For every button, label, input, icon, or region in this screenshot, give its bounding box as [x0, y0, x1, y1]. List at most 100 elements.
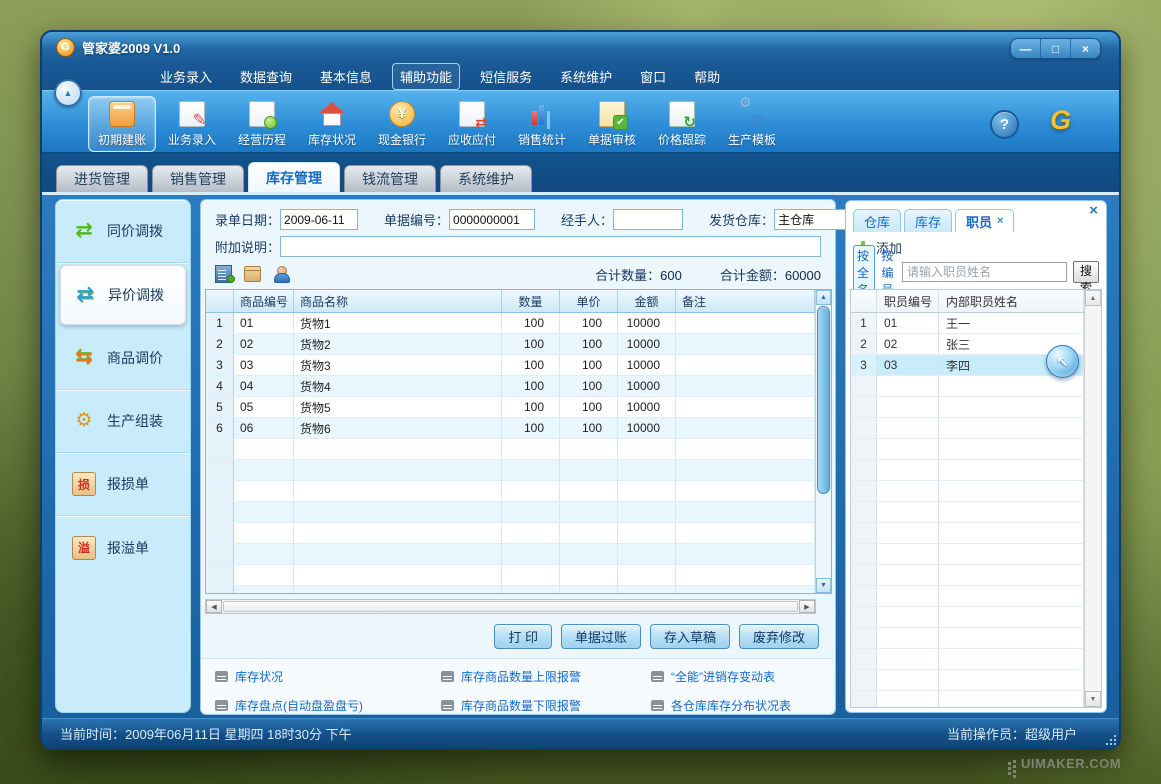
sidebar-item-5[interactable]: 损报损单: [56, 453, 190, 516]
maximize-button[interactable]: □: [1041, 39, 1071, 58]
note-input[interactable]: [280, 236, 821, 257]
menu-item-6[interactable]: 系统维护: [552, 63, 620, 90]
minimize-button[interactable]: —: [1011, 39, 1041, 58]
module-tab-5[interactable]: 系统维护: [440, 165, 532, 192]
box-icon[interactable]: [244, 266, 261, 282]
building-icon[interactable]: [215, 265, 232, 283]
toolbar-item-1[interactable]: 初期建账: [88, 96, 156, 152]
menu-item-7[interactable]: 窗口: [632, 63, 674, 90]
items-table-hscrollbar[interactable]: ◀ ▶: [205, 599, 816, 614]
bill-number-input[interactable]: [449, 209, 535, 230]
audit-icon: [599, 101, 625, 127]
sidebar-item-4[interactable]: ⚙生产组装: [56, 390, 190, 453]
item-row-1[interactable]: 101货物110010010000: [206, 313, 815, 334]
discard-changes-button[interactable]: 废弃修改: [739, 624, 819, 649]
employee-row-empty: [851, 649, 1084, 670]
action-buttons: 打 印单据过账存入草稿废弃修改: [494, 624, 819, 649]
sidebar-item-1[interactable]: ⇄同价调拨: [56, 200, 190, 263]
report-link-3[interactable]: “全能”进销存变动表: [651, 668, 833, 685]
item-row-4[interactable]: 404货物410010010000: [206, 376, 815, 397]
toolbar-item-label: 现金银行: [371, 131, 433, 148]
resize-grip[interactable]: [1110, 739, 1112, 741]
lookup-tab-3[interactable]: 职员×: [955, 209, 1014, 232]
menu-item-1[interactable]: 业务录入: [152, 63, 220, 90]
post-bill-button[interactable]: 单据过账: [561, 624, 641, 649]
employee-row-1[interactable]: 101王一: [851, 313, 1084, 334]
lookup-panel: × 仓库库存职员× 添加 按全名 按编号 搜索 职员编号内部职员姓名101王一2…: [845, 200, 1107, 713]
scroll-down-icon[interactable]: ▼: [1085, 691, 1101, 707]
vscroll-thumb[interactable]: [817, 306, 830, 494]
toolbar-item-2[interactable]: 业务录入: [158, 96, 226, 152]
toolbar-item-8[interactable]: 单据审核: [578, 96, 646, 152]
track-icon: [669, 101, 695, 127]
scroll-up-icon[interactable]: ▲: [1085, 290, 1101, 306]
menu-item-3[interactable]: 基本信息: [312, 63, 380, 90]
module-tab-1[interactable]: 进货管理: [56, 165, 148, 192]
window-title: 管家婆2009 V1.0: [82, 38, 180, 57]
lookup-tab-1[interactable]: 仓库: [853, 209, 901, 232]
column-header: 商品编号: [234, 290, 294, 312]
lookup-tab-2[interactable]: 库存: [904, 209, 952, 232]
panel-close-icon[interactable]: ×: [1089, 204, 1098, 218]
tab-close-icon[interactable]: ×: [997, 215, 1003, 227]
title-bar[interactable]: G 管家婆2009 V1.0 — □ ×: [42, 32, 1119, 62]
collapse-toolbar-button[interactable]: ▲: [54, 79, 82, 107]
save-draft-button[interactable]: 存入草稿: [650, 624, 730, 649]
hscroll-thumb[interactable]: [223, 601, 798, 612]
toolbar-item-7[interactable]: 销售统计: [508, 96, 576, 152]
item-row-5[interactable]: 505货物510010010000: [206, 397, 815, 418]
toolbar-item-label: 单据审核: [581, 131, 643, 148]
column-header: 内部职员姓名: [939, 290, 1084, 312]
item-row-3[interactable]: 303货物310010010000: [206, 355, 815, 376]
report-link-4[interactable]: 库存盘点(自动盘盈盘亏): [215, 697, 441, 714]
handler-input[interactable]: [613, 209, 683, 230]
report-link-6[interactable]: 各仓库库存分布状况表: [651, 697, 833, 714]
module-tab-4[interactable]: 钱流管理: [344, 165, 436, 192]
toolbar-item-6[interactable]: 应收应付: [438, 96, 506, 152]
employee-row-empty: [851, 502, 1084, 523]
column-header: 商品名称: [294, 290, 502, 312]
scroll-down-icon[interactable]: ▼: [816, 578, 831, 593]
sidebar-item-2[interactable]: ⇄异价调拨: [60, 265, 186, 325]
price-arrows-icon: ⇆: [69, 347, 99, 369]
scroll-right-icon[interactable]: ▶: [799, 600, 815, 613]
content-area: ⇄同价调拨⇄异价调拨⇆商品调价⚙生产组装损报损单溢报溢单 录单日期：单据编号：经…: [42, 192, 1119, 718]
report-link-1[interactable]: 库存状况: [215, 668, 441, 685]
search-button[interactable]: 搜索: [1073, 261, 1099, 283]
menu-item-2[interactable]: 数据查询: [232, 63, 300, 90]
toolbar-item-10[interactable]: 生产模板: [718, 96, 786, 152]
report-link-5[interactable]: 库存商品数量下限报警: [441, 697, 651, 714]
module-tab-3[interactable]: 库存管理: [248, 162, 340, 192]
brand-logo-icon: G: [1050, 105, 1071, 136]
sidebar-item-3[interactable]: ⇆商品调价: [56, 327, 190, 390]
employee-row-empty: [851, 670, 1084, 691]
sidebar-item-6[interactable]: 溢报溢单: [56, 516, 190, 579]
toolbar-item-label: 销售统计: [511, 131, 573, 148]
totals: 合计数量：600 合计金额：60000: [595, 265, 821, 284]
report-link-2[interactable]: 库存商品数量上限报警: [441, 668, 651, 685]
menu-item-4[interactable]: 辅助功能: [392, 63, 460, 90]
module-tab-2[interactable]: 销售管理: [152, 165, 244, 192]
employee-table-scrollbar[interactable]: ▲ ▼: [1084, 290, 1101, 707]
employee-row-empty: [851, 607, 1084, 628]
employee-search-input[interactable]: [902, 262, 1067, 282]
scroll-up-icon[interactable]: ▲: [816, 290, 831, 305]
print-button[interactable]: 打 印: [494, 624, 552, 649]
menu-item-8[interactable]: 帮助: [686, 63, 728, 90]
toolbar-item-3[interactable]: 经营历程: [228, 96, 296, 152]
close-button[interactable]: ×: [1071, 39, 1100, 58]
help-icon[interactable]: ?: [990, 110, 1019, 139]
toolbar-item-4[interactable]: 库存状况: [298, 96, 366, 152]
scroll-left-icon[interactable]: ◀: [206, 600, 222, 613]
uimaker-logo-icon: [1008, 762, 1011, 765]
order-date-input[interactable]: [280, 209, 358, 230]
item-row-6[interactable]: 606货物610010010000: [206, 418, 815, 439]
report-link-label: 库存商品数量上限报警: [461, 668, 581, 685]
item-row-2[interactable]: 202货物210010010000: [206, 334, 815, 355]
menu-item-5[interactable]: 短信服务: [472, 63, 540, 90]
toolbar-item-5[interactable]: 现金银行: [368, 96, 436, 152]
items-table-vscrollbar[interactable]: ▲ ▼: [815, 290, 831, 593]
toolbar-item-9[interactable]: 价格跟踪: [648, 96, 716, 152]
person-icon[interactable]: [273, 266, 289, 283]
employee-row-empty: [851, 376, 1084, 397]
